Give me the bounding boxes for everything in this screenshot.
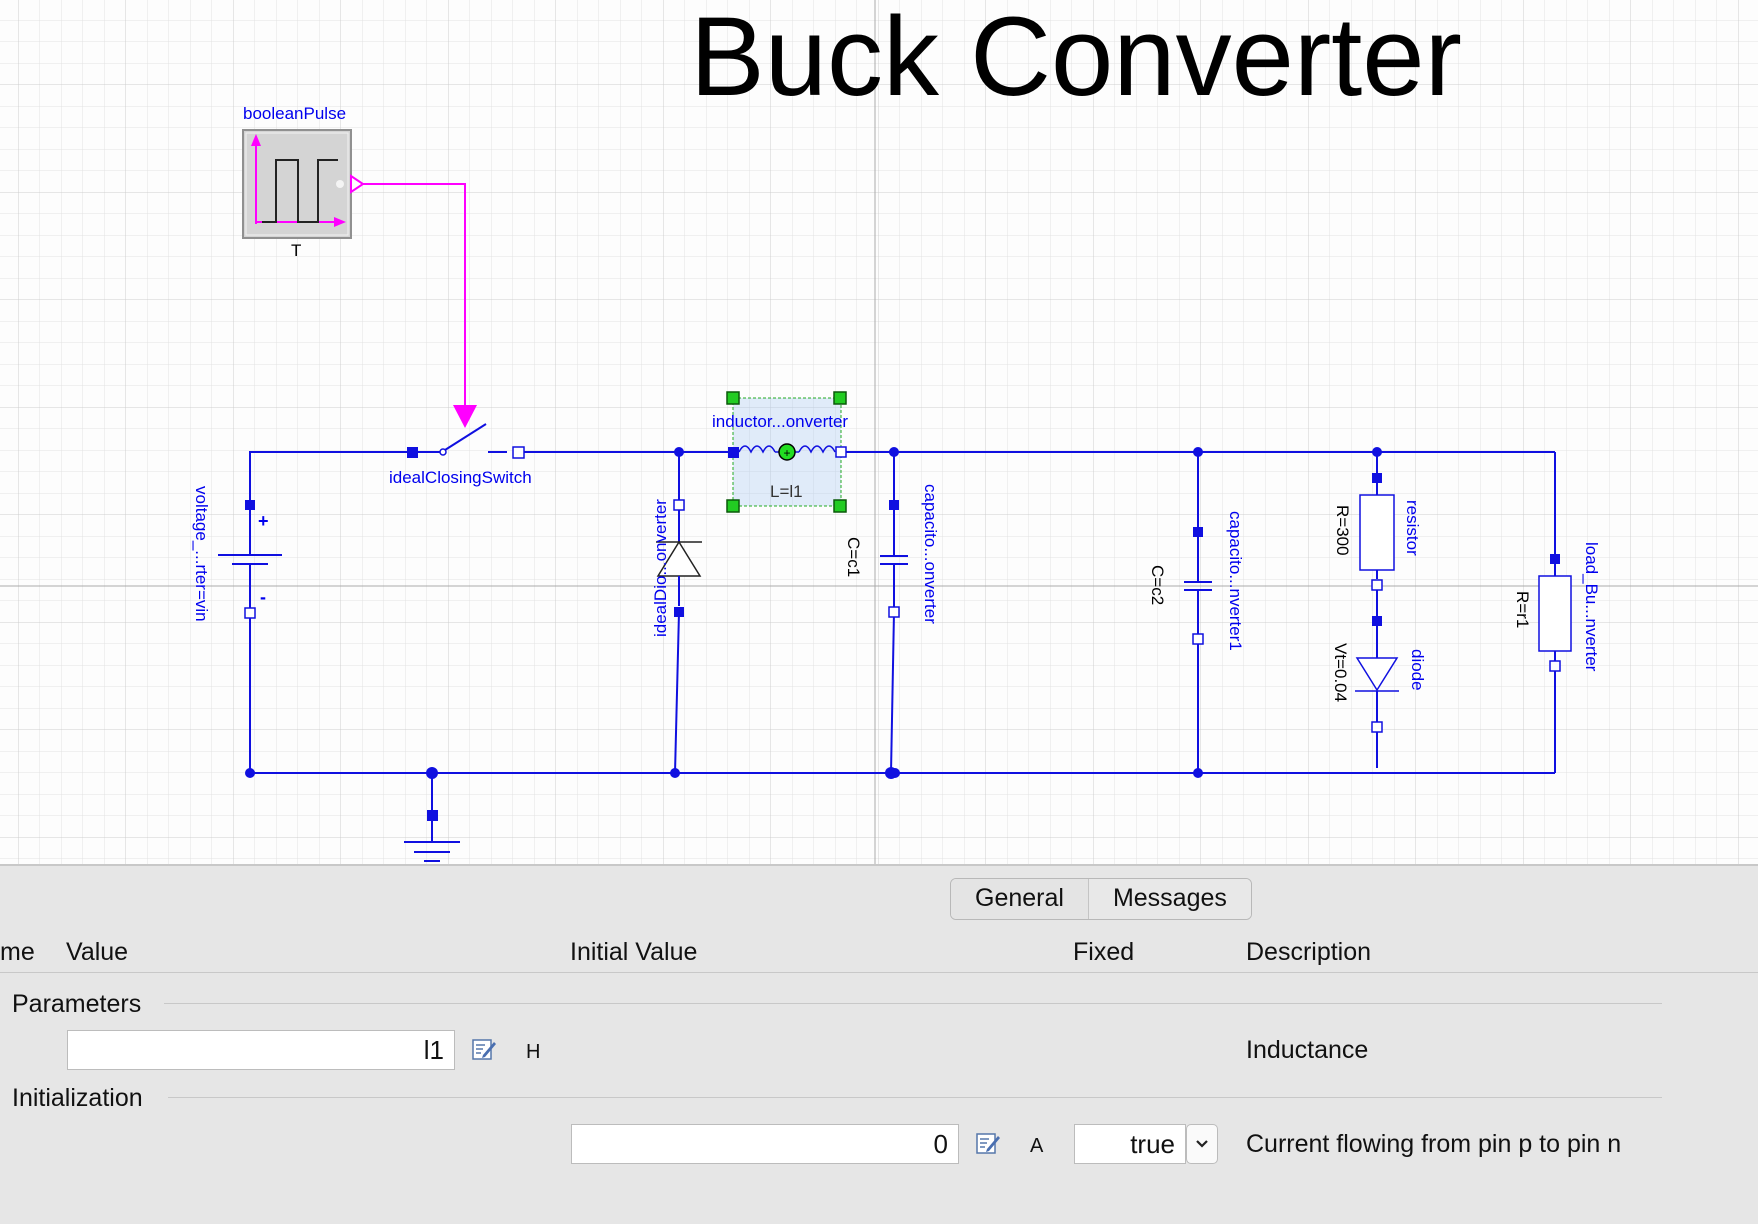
current-description: Current flowing from pin p to pin n — [1246, 1130, 1622, 1158]
group-initialization-label: Initialization — [12, 1084, 143, 1112]
inductance-description: Inductance — [1246, 1036, 1369, 1064]
column-header-description[interactable]: Description — [1246, 938, 1371, 967]
diagram-canvas[interactable]: + Buck Converter booleanPulse T idealClo… — [0, 0, 1758, 864]
voltage-minus-sign: - — [260, 587, 266, 607]
group-initialization-divider — [168, 1097, 1662, 1098]
group-parameters-divider — [164, 1003, 1662, 1004]
panel-tabs: General Messages — [950, 878, 1252, 920]
diagram-svg: + — [0, 0, 1758, 864]
header-divider — [0, 972, 1758, 973]
parameters-panel: General Messages me Value Initial Value … — [0, 864, 1758, 1224]
column-header-value[interactable]: Value — [66, 938, 128, 967]
load-param: R=r1 — [1513, 591, 1532, 629]
tab-messages[interactable]: Messages — [1087, 879, 1251, 919]
fixed-dropdown-button[interactable] — [1186, 1124, 1218, 1164]
load-label: load_Bu...nverter — [1582, 542, 1601, 672]
edit-icon[interactable] — [471, 1036, 497, 1062]
capacitor1-param: C=c2 — [1148, 565, 1167, 606]
group-parameters-label: Parameters — [12, 990, 142, 1018]
capacitor1-label: capacito...nverter1 — [1226, 511, 1245, 651]
ideal-diode-label: idealDio...onverter — [651, 499, 670, 637]
fixed-select[interactable]: true — [1074, 1124, 1186, 1164]
svg-text:+: + — [783, 446, 790, 460]
voltage-source-label: voltage_...rter=vin — [192, 486, 211, 622]
chevron-down-icon — [1196, 1140, 1208, 1148]
inductance-value-field[interactable]: l1 — [67, 1030, 455, 1070]
capacitor-param: C=c1 — [844, 537, 863, 578]
edit-icon[interactable] — [975, 1130, 1001, 1156]
boolean-pulse-param: T — [291, 241, 302, 260]
current-initial-value-field[interactable]: 0 — [571, 1124, 959, 1164]
column-header-fixed[interactable]: Fixed — [1073, 938, 1134, 967]
inductance-unit: H — [526, 1041, 541, 1063]
resistor-label: resistor — [1403, 500, 1422, 556]
column-header-name[interactable]: me — [0, 938, 35, 967]
diode-param: Vt=0.04 — [1331, 643, 1350, 703]
column-header-initial-value[interactable]: Initial Value — [570, 938, 697, 967]
diagram-title: Buck Converter — [690, 0, 1462, 119]
boolean-pulse-block[interactable] — [242, 129, 365, 239]
capacitor-label: capacito...onverter — [921, 484, 940, 624]
resistor-param: R=300 — [1333, 505, 1352, 556]
inductor-label: inductor...onverter — [712, 412, 849, 431]
inductor-param: L=l1 — [770, 482, 803, 501]
tab-general[interactable]: General — [951, 879, 1088, 919]
voltage-plus-sign: + — [258, 511, 269, 531]
diode-label: diode — [1408, 649, 1427, 691]
current-unit: A — [1030, 1135, 1044, 1157]
boolean-pulse-label: booleanPulse — [243, 104, 347, 123]
switch-label: idealClosingSwitch — [389, 468, 532, 487]
